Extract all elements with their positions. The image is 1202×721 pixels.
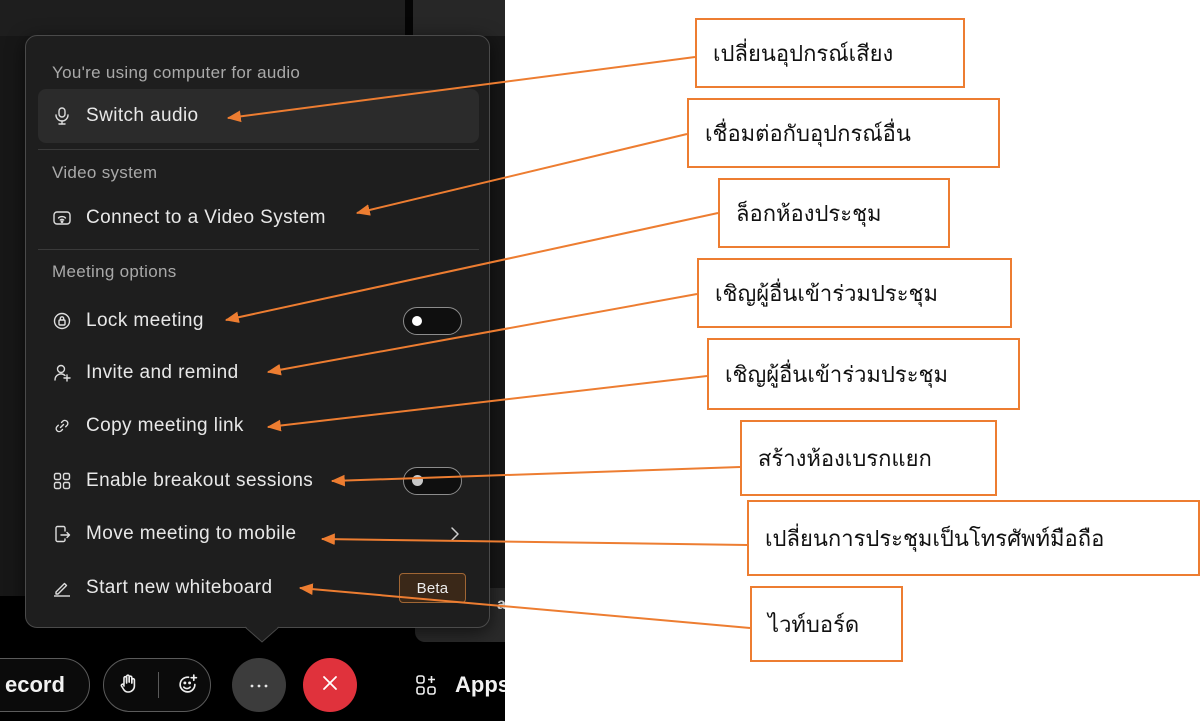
record-label: ecord xyxy=(5,672,65,697)
annotation-box-lock-meeting: ล็อกห้องประชุม xyxy=(718,178,950,248)
background-fragment-text: a xyxy=(497,596,505,613)
lock-meeting-label: Lock meeting xyxy=(86,310,204,331)
toggle-knob xyxy=(412,315,422,326)
audio-section-header: You're using computer for audio xyxy=(52,63,301,82)
start-new-whiteboard-label: Start new whiteboard xyxy=(86,577,273,598)
video-system-icon xyxy=(52,208,72,228)
copy-meeting-link-label: Copy meeting link xyxy=(86,415,244,436)
side-video-area xyxy=(413,0,505,36)
enable-breakout-sessions-item[interactable]: Enable breakout sessions xyxy=(38,459,479,503)
annotation-text: เชื่อมต่อกับอุปกรณ์อื่น xyxy=(705,121,911,147)
annotation-box-invite: เชิญผู้อื่นเข้าร่วมประชุม xyxy=(697,258,1012,328)
connect-video-system-label: Connect to a Video System xyxy=(86,207,326,228)
lock-icon xyxy=(52,311,72,331)
invite-person-icon xyxy=(52,363,72,383)
annotation-text: เปลี่ยนอุปกรณ์เสียง xyxy=(713,41,894,67)
separator xyxy=(158,672,159,698)
mobile-icon xyxy=(52,524,72,544)
microphone-switch-icon xyxy=(52,106,72,126)
annotation-box-whiteboard: ไวท์บอร์ด xyxy=(750,586,903,662)
annotation-text: เปลี่ยนการประชุมเป็นโทรศัพท์มือถือ xyxy=(765,526,1105,552)
annotation-box-copy-link: เชิญผู้อื่นเข้าร่วมประชุม xyxy=(707,338,1020,410)
annotation-text: ล็อกห้องประชุม xyxy=(736,201,882,227)
annotation-text: เชิญผู้อื่นเข้าร่วมประชุม xyxy=(715,281,938,307)
video-section-header: Video system xyxy=(52,163,158,182)
breakout-sessions-toggle[interactable] xyxy=(403,467,462,495)
move-meeting-to-mobile-label: Move meeting to mobile xyxy=(86,523,297,544)
lock-meeting-toggle[interactable] xyxy=(403,307,462,335)
record-button[interactable]: ecord xyxy=(0,658,90,712)
apps-button-label[interactable]: Apps xyxy=(455,672,505,698)
annotation-text: เชิญผู้อื่นเข้าร่วมประชุม xyxy=(725,362,948,388)
annotation-text: สร้างห้องเบรกแยก xyxy=(758,446,932,472)
more-options-button[interactable] xyxy=(232,658,286,712)
raise-hand-icon[interactable] xyxy=(119,674,137,699)
beta-badge: Beta xyxy=(399,573,466,603)
link-icon xyxy=(52,416,72,436)
whiteboard-pen-icon xyxy=(52,578,72,598)
leave-meeting-button[interactable] xyxy=(303,658,357,712)
apps-icon[interactable] xyxy=(415,674,437,701)
hand-and-reactions-group xyxy=(103,658,211,712)
video-area xyxy=(0,0,405,36)
annotation-text: ไวท์บอร์ด xyxy=(768,612,860,638)
toggle-knob xyxy=(412,475,423,486)
invite-and-remind-label: Invite and remind xyxy=(86,362,239,383)
more-options-icon xyxy=(249,676,269,694)
meeting-options-header: Meeting options xyxy=(52,262,177,281)
annotation-box-breakout: สร้างห้องเบรกแยก xyxy=(740,420,997,496)
more-options-menu: You're using computer for audio Switch a… xyxy=(25,35,490,628)
divider xyxy=(38,149,479,150)
leave-meeting-icon xyxy=(322,675,338,696)
switch-audio-label: Switch audio xyxy=(86,105,199,126)
reactions-icon[interactable] xyxy=(177,674,198,700)
enable-breakout-sessions-label: Enable breakout sessions xyxy=(86,470,314,491)
annotation-box-connect-device: เชื่อมต่อกับอุปกรณ์อื่น xyxy=(687,98,1000,168)
switch-audio-item[interactable]: Switch audio xyxy=(38,89,479,143)
connect-video-system-item[interactable]: Connect to a Video System xyxy=(38,196,479,240)
copy-meeting-link-item[interactable]: Copy meeting link xyxy=(38,404,479,448)
annotation-box-move-to-mobile: เปลี่ยนการประชุมเป็นโทรศัพท์มือถือ xyxy=(747,500,1200,576)
lock-meeting-item[interactable]: Lock meeting xyxy=(38,299,479,343)
annotation-box-switch-audio: เปลี่ยนอุปกรณ์เสียง xyxy=(695,18,965,88)
move-meeting-to-mobile-item[interactable]: Move meeting to mobile xyxy=(38,512,479,556)
window-divider xyxy=(405,0,413,36)
start-new-whiteboard-item[interactable]: Start new whiteboard Beta xyxy=(38,566,479,610)
chevron-right-icon xyxy=(450,526,460,548)
menu-pointer xyxy=(245,626,279,643)
invite-and-remind-item[interactable]: Invite and remind xyxy=(38,351,479,395)
divider xyxy=(38,249,479,250)
breakout-grid-icon xyxy=(52,471,72,491)
webex-meeting-window: a You're using computer for audio Switch… xyxy=(0,0,505,721)
